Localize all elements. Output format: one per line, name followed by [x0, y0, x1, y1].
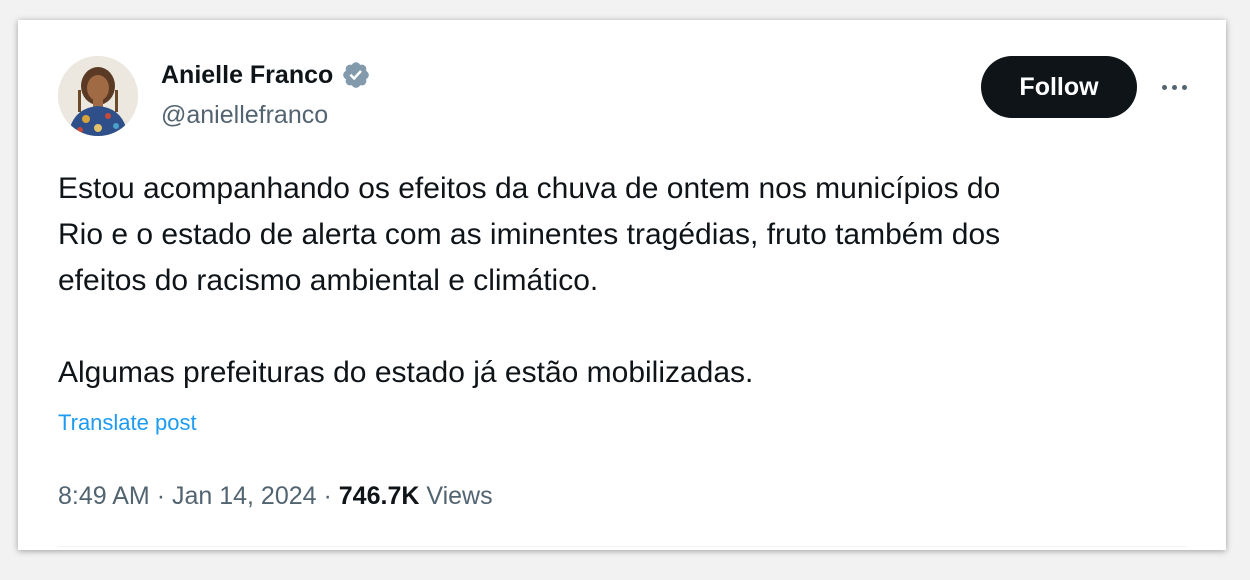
follow-button[interactable]: Follow	[981, 56, 1137, 118]
tweet-time[interactable]: 8:49 AM	[58, 482, 150, 510]
translate-post-link[interactable]: Translate post	[58, 408, 197, 438]
meta-separator: ·	[156, 482, 166, 510]
verified-badge-icon[interactable]	[341, 60, 371, 90]
tweet-date[interactable]: Jan 14, 2024	[172, 482, 317, 510]
author-name-row: Anielle Franco	[161, 58, 371, 92]
views-count: 746.7K	[338, 482, 420, 510]
views-label: Views	[426, 482, 493, 510]
more-dot	[1161, 84, 1167, 90]
avatar-image	[58, 56, 138, 136]
tweet-meta: 8:49 AM · Jan 14, 2024 · 746.7K Views	[58, 479, 493, 513]
author-handle[interactable]: @aniellefranco	[161, 98, 328, 132]
divider	[58, 546, 1186, 547]
more-horizontal-icon[interactable]	[1154, 72, 1194, 102]
tweet-text: Estou acompanhando os efeitos da chuva d…	[58, 172, 1001, 389]
more-dot	[1181, 84, 1187, 90]
more-dot	[1171, 84, 1177, 90]
avatar[interactable]	[58, 56, 138, 136]
tweet-card: Anielle Franco @aniellefranco Follow Est…	[18, 20, 1226, 550]
author-display-name[interactable]: Anielle Franco	[161, 58, 333, 92]
meta-separator: ·	[323, 482, 332, 510]
